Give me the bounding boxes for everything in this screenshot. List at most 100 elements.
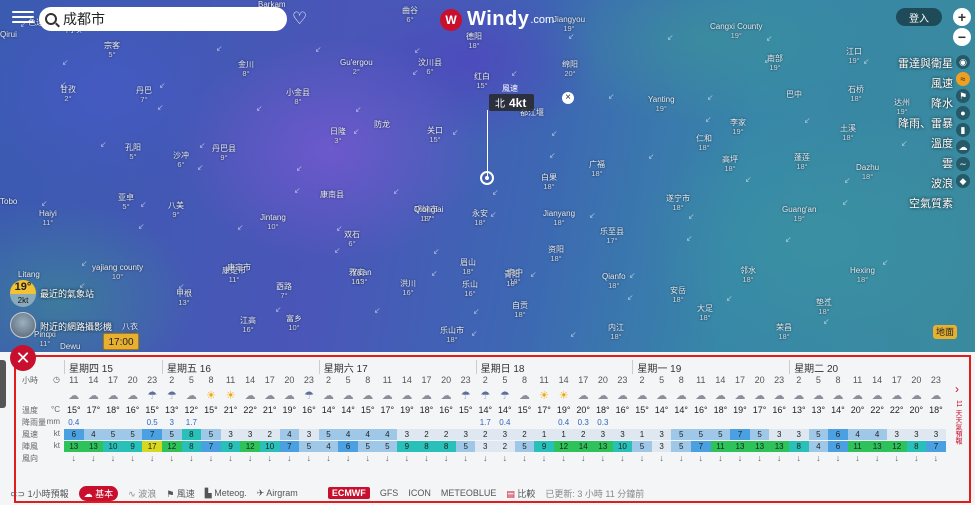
layer-item[interactable]: 降雨、雷暴 — [898, 114, 953, 134]
map-place-label[interactable]: Qionglai 17° — [414, 205, 443, 223]
map-place-label[interactable]: Cangxi County 19° — [710, 22, 762, 40]
map-place-label[interactable]: Jianyang 18° — [543, 209, 575, 227]
wind-icon[interactable]: ≈ — [956, 72, 970, 86]
map-place-label[interactable]: 孔阳 5° — [125, 143, 141, 161]
zoom-out-button[interactable]: − — [953, 28, 971, 46]
map-place-label[interactable]: Yanting 19° — [648, 95, 675, 113]
radar-icon[interactable]: ◉ — [956, 55, 970, 69]
map-place-label[interactable]: 邻水 18° — [740, 266, 756, 284]
map-place-label[interactable]: 小金县 8° — [286, 88, 310, 106]
map-place-label[interactable]: 资阳 18° — [548, 245, 564, 263]
map-place-label[interactable]: Qianfo 18° — [602, 272, 626, 290]
map-place-label[interactable]: 日隆 3° — [330, 127, 346, 145]
layer-item[interactable]: 溫度 — [898, 134, 953, 154]
weather-map[interactable]: Barkam色达曲谷6°阿坝Jiangyou19°Cangxi County19… — [0, 0, 975, 352]
tab-airgram[interactable]: ✈ Airgram — [257, 488, 298, 499]
hourly-toggle[interactable]: ⊂⊃ 1小時預報 — [10, 487, 69, 500]
map-place-label[interactable]: 白果 18° — [541, 173, 557, 191]
map-place-label[interactable]: 遂宁市 18° — [666, 194, 690, 212]
map-place-label[interactable]: 青阳 18° — [504, 270, 520, 288]
chevron-right-icon[interactable]: › — [950, 382, 964, 396]
layer-item[interactable]: 空氣質素 — [898, 194, 953, 214]
panel-side-tab[interactable] — [0, 360, 6, 408]
layer-item[interactable]: 雷達與衛星 — [898, 54, 953, 74]
map-place-label[interactable]: 江高 16° — [240, 316, 256, 334]
station-label[interactable]: 最近的氣象站 — [40, 287, 94, 300]
map-place-label[interactable]: 广福 18° — [589, 160, 605, 178]
map-place-label[interactable]: 丹巴县 9° — [212, 144, 236, 162]
map-place-label[interactable]: 红白 15° — [474, 72, 490, 90]
map-place-label[interactable]: 永安 18° — [472, 209, 488, 227]
map-place-label[interactable]: 八美 9° — [168, 201, 184, 219]
hamburger-menu-icon[interactable] — [12, 8, 34, 28]
day-header[interactable]: 星期六 17 — [318, 360, 368, 375]
map-place-label[interactable]: 宗客 5° — [104, 41, 120, 59]
surface-level-button[interactable]: 地面 — [933, 325, 957, 339]
rain-drop-icon[interactable]: ● — [956, 106, 970, 120]
favorite-heart-icon[interactable]: ♡ — [292, 9, 307, 29]
map-place-label[interactable]: 双石 6° — [344, 230, 360, 248]
timeline-time-pill[interactable]: 17:00 — [103, 333, 139, 350]
map-place-label[interactable]: 康定市 — [227, 263, 251, 272]
map-place-label[interactable]: 绵阳 20° — [562, 60, 578, 78]
map-place-label[interactable]: 江口 19° — [846, 47, 862, 65]
day-header[interactable]: 星期一 19 — [632, 360, 681, 375]
map-place-label[interactable]: 荣昌 18° — [776, 323, 792, 341]
map-place-label[interactable]: 蓬莲 18° — [794, 153, 810, 171]
tab-waves[interactable]: ∿ 波浪 — [128, 487, 156, 500]
map-place-label[interactable]: 关口 15° — [427, 126, 443, 144]
model-ecmwf[interactable]: ECMWF — [327, 487, 370, 499]
location-target-icon[interactable] — [480, 171, 494, 185]
map-place-label[interactable]: Dewu — [60, 342, 80, 351]
map-place-label[interactable]: 石桥 18° — [848, 85, 864, 103]
map-place-label[interactable]: 高坪 18° — [722, 155, 738, 173]
map-place-label[interactable]: 防龙 — [374, 120, 390, 129]
day-header[interactable]: 星期四 15 — [64, 360, 113, 375]
model-gfs[interactable]: GFS — [380, 488, 399, 498]
map-place-label[interactable]: Gu'ergou 2° — [340, 58, 373, 76]
layer-item[interactable]: 波浪 — [898, 174, 953, 194]
map-place-label[interactable]: Qirui — [0, 30, 17, 39]
map-place-label[interactable]: 富乡 10° — [286, 314, 302, 332]
map-place-label[interactable]: 眉山 18° — [460, 258, 476, 276]
map-place-label[interactable]: 土溪 18° — [840, 124, 856, 142]
tab-meteogram[interactable]: ▙ Meteog. — [205, 488, 247, 499]
map-place-label[interactable]: 自贡 18° — [512, 301, 528, 319]
webcam-button[interactable] — [10, 312, 36, 338]
tab-basic[interactable]: ☁ 基本 — [78, 485, 119, 501]
close-forecast-icon[interactable]: ✕ — [10, 345, 36, 371]
air-quality-icon[interactable]: ◆ — [956, 174, 970, 188]
cloud-icon[interactable]: ☁ — [956, 140, 970, 154]
map-place-label[interactable]: 甲根 13° — [176, 289, 192, 307]
thermometer-icon[interactable]: ▮ — [956, 123, 970, 137]
map-place-label[interactable]: 汶川县 6° — [418, 58, 442, 76]
map-place-label[interactable]: Tobo — [0, 197, 17, 206]
tab-wind[interactable]: ⚑ 風速 — [166, 487, 195, 500]
webcam-label[interactable]: 附近的網路攝影機 — [40, 320, 112, 333]
map-place-label[interactable]: 亚卓 5° — [118, 193, 134, 211]
day-header[interactable]: 星期五 16 — [162, 360, 211, 375]
compare-button[interactable]: ▤ 比較 — [506, 487, 535, 500]
map-place-label[interactable]: 乐山 16° — [462, 280, 478, 298]
map-place-label[interactable]: 德阳 18° — [466, 32, 482, 50]
map-place-label[interactable]: 李家 19° — [730, 118, 746, 136]
map-place-label[interactable]: Ya'an 13° — [352, 268, 372, 286]
map-place-label[interactable]: 乐至县 17° — [600, 227, 624, 245]
map-place-label[interactable]: yajiang county 10° — [92, 263, 143, 281]
map-place-label[interactable]: 曲谷 6° — [402, 6, 418, 24]
map-place-label[interactable]: 仁和 18° — [696, 134, 712, 152]
map-place-label[interactable]: Litang — [18, 270, 40, 279]
map-place-label[interactable]: 丹巴 7° — [136, 86, 152, 104]
map-place-label[interactable]: 乐山市 18° — [440, 326, 464, 344]
forecast-next[interactable]: › 11 天天氣預報 — [950, 382, 964, 492]
map-place-label[interactable]: 洪川 16° — [400, 279, 416, 297]
day-header[interactable]: 星期二 20 — [789, 360, 838, 375]
model-icon[interactable]: ICON — [408, 488, 431, 498]
map-place-label[interactable]: Haiyi 11° — [39, 209, 57, 227]
map-place-label[interactable]: Jintang 10° — [260, 213, 286, 231]
map-place-label[interactable]: 沙冲 6° — [173, 151, 189, 169]
map-place-label[interactable]: 内江 18° — [608, 323, 624, 341]
map-place-label[interactable]: Jiangyou 19° — [553, 15, 585, 33]
precip-icon[interactable]: ⚑ — [956, 89, 970, 103]
day-header[interactable]: 星期日 18 — [475, 360, 525, 375]
